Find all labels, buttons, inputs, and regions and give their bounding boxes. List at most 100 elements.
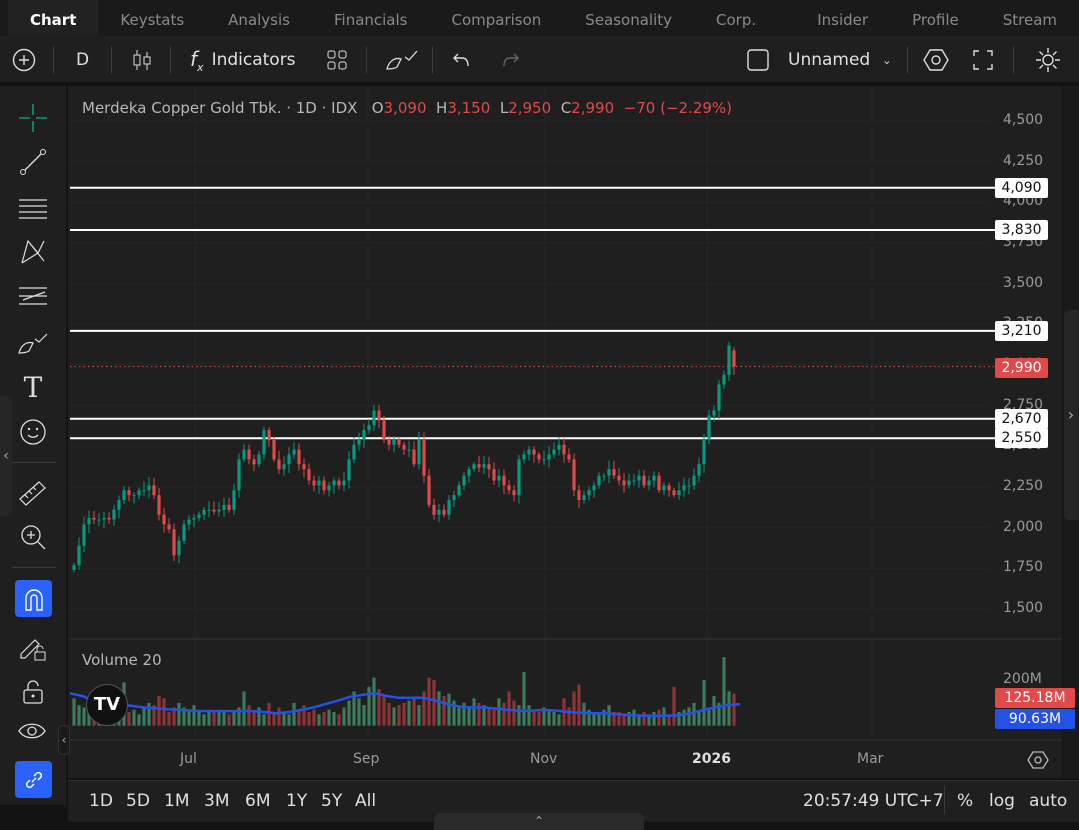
candle-body: [372, 410, 376, 426]
axis-settings-button[interactable]: [1027, 749, 1049, 775]
clock[interactable]: 20:57:49 UTC+7: [803, 791, 944, 811]
volume-bar: [257, 707, 261, 726]
candle-body: [467, 469, 471, 476]
volume-bar: [437, 691, 441, 726]
candle-body: [202, 509, 206, 515]
volume-bar: [357, 698, 361, 726]
volume-bar: [527, 705, 531, 726]
candle-body: [287, 454, 291, 465]
volume-bar: [712, 695, 716, 726]
candle-body: [552, 449, 556, 455]
volume-bar: [197, 711, 201, 726]
volume-bar: [312, 709, 316, 726]
volume-bar: [277, 707, 281, 726]
volume-bar: [417, 705, 421, 726]
candle-body: [447, 500, 451, 515]
volume-bar: [497, 698, 501, 726]
candle-body: [532, 449, 536, 455]
candle-body: [617, 475, 621, 481]
candle-body: [442, 509, 446, 515]
volume-bar: [572, 691, 576, 726]
candle-body: [267, 430, 271, 440]
volume-bar: [132, 709, 136, 726]
volume-bar: [332, 711, 336, 726]
candle-body: [212, 509, 216, 512]
close-label: C: [560, 99, 572, 117]
candle-body: [117, 500, 121, 510]
candle-body: [642, 475, 646, 486]
volume-bar: [517, 705, 521, 726]
candle-body: [402, 444, 406, 450]
expand-bottom-panel-button[interactable]: ⌃: [434, 813, 644, 830]
candle-body: [152, 485, 156, 496]
range-6m[interactable]: 6M: [245, 791, 270, 811]
candle-body: [727, 345, 731, 375]
candle-body: [407, 449, 411, 451]
volume-bar: [202, 714, 206, 726]
volume-bar: [287, 714, 291, 726]
tradingview-logo[interactable]: TV: [86, 684, 128, 726]
volume-bar: [142, 707, 146, 726]
candle-body: [662, 485, 666, 491]
candle-body: [452, 495, 456, 501]
volume-bar: [252, 711, 256, 726]
candle-body: [172, 529, 176, 556]
volume-bar: [442, 695, 446, 726]
price-chart: [68, 88, 1062, 741]
volume-bar: [72, 698, 76, 726]
candle-body: [92, 517, 96, 520]
percent-scale-toggle[interactable]: %: [957, 791, 973, 811]
candle-body: [422, 439, 426, 476]
candle-body: [697, 464, 701, 476]
volume-bar: [307, 711, 311, 726]
range-3m[interactable]: 3M: [204, 791, 229, 811]
volume-bar: [642, 711, 646, 726]
candle-body: [107, 517, 111, 520]
volume-bar: [697, 711, 701, 726]
range-1y[interactable]: 1Y: [286, 791, 307, 811]
candle-body: [682, 485, 686, 491]
range-1m[interactable]: 1M: [164, 791, 189, 811]
auto-scale-toggle[interactable]: auto: [1029, 791, 1067, 811]
candle-body: [337, 480, 341, 486]
volume-bar: [412, 698, 416, 726]
candle-body: [432, 504, 436, 515]
range-1d[interactable]: 1D: [89, 791, 113, 811]
volume-bar: [557, 714, 561, 726]
collapse-pane-button[interactable]: ‹: [58, 725, 70, 755]
candle-body: [357, 439, 361, 445]
volume-bar: [702, 680, 706, 726]
volume-bar: [402, 702, 406, 726]
range-5d[interactable]: 5D: [126, 791, 150, 811]
candle-body: [417, 439, 421, 465]
candle-body: [652, 475, 656, 481]
candle-body: [557, 444, 561, 450]
range-5y[interactable]: 5Y: [321, 791, 342, 811]
volume-bar: [247, 705, 251, 726]
volume-bar: [457, 705, 461, 726]
price-tick: 1,500: [1003, 600, 1044, 617]
candle-body: [547, 454, 551, 460]
candle-body: [397, 439, 401, 445]
volume-bar: [532, 709, 536, 726]
candle-body: [632, 480, 636, 482]
close-value: 2,990: [571, 99, 615, 117]
candle-body: [537, 454, 541, 460]
candle-body: [437, 509, 441, 515]
volume-bar: [552, 711, 556, 726]
candle-body: [367, 425, 371, 431]
price-tick: 4,500: [1003, 112, 1044, 128]
candle-body: [692, 475, 696, 486]
volume-bar: [607, 705, 611, 726]
candle-body: [502, 475, 506, 486]
volume-bar: [77, 705, 81, 726]
candle-body: [262, 430, 266, 455]
candle-body: [97, 519, 101, 521]
range-all[interactable]: All: [355, 791, 376, 811]
log-scale-toggle[interactable]: log: [989, 791, 1015, 811]
candle-body: [427, 475, 431, 505]
candle-body: [377, 410, 381, 421]
volume-bar: [232, 711, 236, 726]
volume-ma-label: 90.63M: [995, 709, 1075, 729]
volume-bar: [512, 700, 516, 726]
